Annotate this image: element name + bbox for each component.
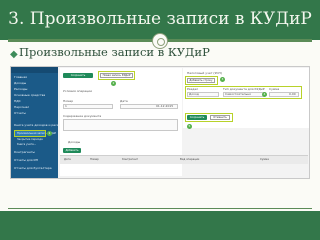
sidebar-item-ip-reports[interactable]: Отчеты для ИП [14, 159, 38, 162]
col-amount: Сумма [260, 158, 269, 161]
sidebar-item-fixed-assets[interactable]: Основные средства [14, 94, 45, 97]
col-operation: Вид операции [180, 158, 200, 161]
sidebar-item-home[interactable]: Главная [14, 76, 27, 79]
sidebar-item-expenses[interactable]: Расходы [14, 88, 27, 91]
sidebar-item-income[interactable]: Доходы [14, 82, 26, 85]
date-value: 01.12.2015 [156, 104, 174, 108]
sidebar-item-vat[interactable]: НДС [14, 100, 21, 103]
bullet-text: Произвольные записи в КУДиР [19, 45, 210, 59]
tax-panel-header: Налоговый учет (УСН) [187, 71, 222, 75]
slide-frame: 3. Произвольные записи в КУДиР ◆ Произво… [0, 0, 320, 240]
footer-divider [8, 208, 312, 209]
add-row-highlight [185, 76, 218, 85]
col-number: Номер [90, 158, 99, 161]
new-entry-highlight [98, 71, 135, 80]
col-date: Дата [64, 158, 71, 161]
bullet-icon: ◆ [10, 49, 18, 60]
sidebar: Главная Доходы Расходы Основные средства… [11, 67, 66, 178]
date-label: Дата [120, 99, 128, 103]
slide-title: 3. Произвольные записи в КУДиР [8, 9, 312, 29]
sidebar-item-contractors[interactable]: Контрагенты [14, 151, 35, 154]
number-value: 1 [65, 104, 67, 108]
content-label: Содержание документа [63, 114, 102, 118]
save-button[interactable]: Сохранить [63, 73, 93, 78]
content-field[interactable] [63, 119, 178, 131]
sidebar-item-accountant-reports[interactable]: Отчеты для бухгалтера [14, 167, 52, 170]
income-label: Доходы [68, 140, 81, 144]
step-badge-5: 5 [187, 124, 192, 129]
step-badge-1: 1 [47, 131, 52, 136]
section-label: Условия операции [63, 89, 93, 93]
sidebar-item-reports[interactable]: Отчеты [14, 112, 26, 115]
col-contractor: Контрагент [122, 158, 139, 161]
sidebar-header [11, 67, 58, 73]
buttons-highlight [185, 113, 233, 122]
slide-footer [0, 211, 320, 240]
sidebar-item-kudir[interactable]: Книга учета доходов и расходов [14, 124, 66, 127]
embedded-screenshot: Главная Доходы Расходы Основные средства… [10, 66, 310, 179]
number-field[interactable] [63, 104, 113, 109]
sidebar-item-close-period[interactable]: Закрытие периода [17, 138, 43, 141]
sidebar-item-staff[interactable]: Персонал [14, 106, 29, 109]
add-button[interactable]: Добавить [63, 148, 81, 153]
table-header: Дата Номер Контрагент Вид операции Сумма [60, 155, 308, 164]
step-badge-3: 3 [220, 77, 225, 82]
fields-highlight [185, 86, 302, 99]
sidebar-item-book[interactable]: Книга учета... [17, 143, 36, 146]
number-label: Номер [63, 99, 74, 103]
step-badge-4: 4 [262, 92, 267, 97]
step-badge-2: 2 [111, 81, 116, 86]
sidebar-highlight [14, 130, 46, 137]
tax-panel: Налоговый учет (УСН) Добавить строку 3 Р… [183, 68, 309, 129]
